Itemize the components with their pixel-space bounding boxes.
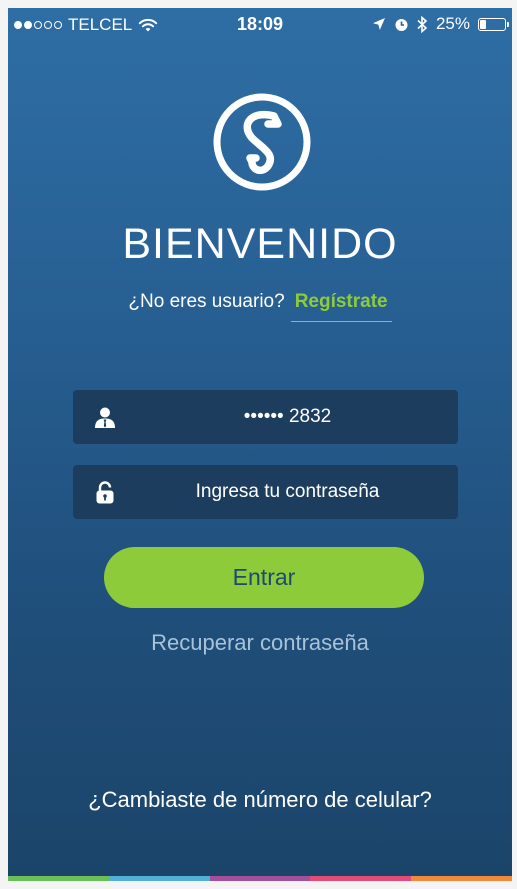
color-strip: [8, 876, 512, 881]
battery-percentage: 25%: [435, 14, 470, 33]
register-link[interactable]: Regístrate: [290, 291, 392, 322]
status-bar: TELCEL 18:09 25%: [8, 8, 512, 42]
color-strip-segment: [411, 876, 512, 881]
battery-fill: [480, 19, 486, 29]
lock-icon: [96, 481, 114, 504]
color-strip-segment: [8, 876, 109, 881]
phone-number-value: •••••• 2832: [243, 406, 332, 427]
password-placeholder: Ingresa tu contraseña: [195, 481, 380, 502]
app-logo-icon: [213, 93, 311, 191]
battery-icon: [478, 17, 509, 31]
app-screen: TELCEL 18:09 25% BIENVENIDO ¿No eres usu…: [8, 8, 512, 881]
welcome-title: BIENVENIDO: [122, 220, 398, 268]
recover-password-link[interactable]: Recuperar contraseña: [8, 630, 512, 656]
register-prompt: ¿No eres usuario?: [128, 291, 285, 312]
alarm-clock-icon: [395, 18, 408, 31]
location-arrow-icon: [372, 18, 385, 30]
color-strip-segment: [310, 876, 412, 881]
user-icon: [95, 407, 115, 428]
change-number-link[interactable]: ¿Cambiaste de número de celular?: [8, 787, 512, 813]
enter-button[interactable]: Entrar: [104, 547, 424, 608]
bluetooth-icon: [417, 15, 428, 33]
color-strip-segment: [108, 876, 210, 881]
color-strip-segment: [209, 876, 311, 881]
phone-number-field[interactable]: •••••• 2832: [73, 390, 458, 444]
status-right: 25%: [372, 14, 509, 34]
register-row: ¿No eres usuario? Regístrate: [8, 291, 512, 322]
password-field[interactable]: Ingresa tu contraseña: [73, 465, 458, 519]
